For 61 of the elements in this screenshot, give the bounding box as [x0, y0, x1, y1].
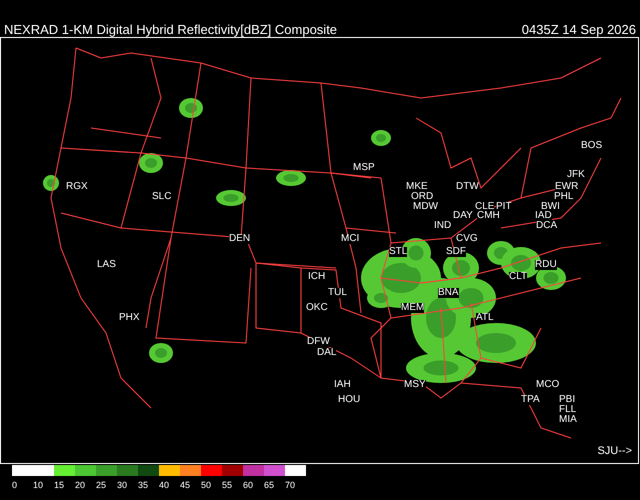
- city-label: ICH: [308, 272, 326, 282]
- city-label: IAD: [535, 211, 552, 221]
- city-label: RGX: [66, 182, 88, 192]
- city-label: BNA: [438, 288, 459, 298]
- scale-label: 55: [222, 481, 234, 490]
- city-label: DEN: [229, 234, 250, 244]
- scale-label: 70: [285, 481, 296, 490]
- city-label: SDF: [446, 247, 466, 257]
- city-label: CLE: [475, 202, 494, 212]
- city-label: EWR: [555, 182, 578, 192]
- city-label: CVG: [456, 234, 478, 244]
- city-label: JFK: [567, 170, 585, 180]
- scale-label: 60: [243, 481, 254, 490]
- product-title: NEXRAD 1-KM Digital Hybrid Reflectivity[dBZ] Composite: [4, 23, 338, 36]
- city-label: PIT: [496, 202, 512, 212]
- scale-label: 20: [75, 481, 86, 490]
- city-label: SLC: [152, 192, 172, 202]
- city-label: MDW: [413, 202, 438, 212]
- scale-label: 25: [96, 481, 108, 490]
- city-label: CMH: [477, 211, 500, 221]
- city-label: HOU: [338, 395, 360, 405]
- city-label: DAL: [317, 348, 336, 358]
- city-label: OKC: [306, 303, 328, 313]
- city-label: TUL: [328, 288, 347, 298]
- city-label: ATL: [476, 313, 494, 323]
- scale-label: 10: [33, 481, 44, 490]
- scale-label: 65: [264, 481, 276, 490]
- scale-label: 40: [159, 481, 170, 490]
- scale-label: 30: [117, 481, 128, 490]
- city-label: IND: [434, 221, 452, 231]
- city-label: IAH: [334, 380, 351, 390]
- scale-label: 15: [54, 481, 66, 490]
- city-label: MIA: [559, 415, 577, 425]
- scale-label: 0: [12, 481, 18, 490]
- city-label: MSY: [404, 380, 426, 390]
- city-label: FLL: [559, 405, 576, 415]
- city-label: ORD: [411, 192, 434, 202]
- city-label: DCA: [536, 221, 558, 231]
- city-label: DTW: [456, 182, 479, 192]
- city-label: RDU: [535, 260, 557, 270]
- city-label: PHL: [554, 192, 574, 202]
- timestamp: 0435Z 14 Sep 2026: [522, 23, 636, 36]
- city-label: BWI: [541, 202, 560, 212]
- city-label: CLT: [509, 272, 528, 282]
- scale-label: 45: [180, 481, 192, 490]
- city-label: MCO: [536, 380, 560, 390]
- city-label: MSP: [353, 163, 375, 173]
- city-label: MEM: [401, 303, 424, 313]
- offscreen-pointer: SJU-->: [597, 446, 632, 457]
- city-label: LAS: [97, 260, 116, 270]
- city-label: DFW: [307, 337, 330, 347]
- city-label: MKE: [406, 182, 428, 192]
- city-label: DAY: [453, 211, 473, 221]
- city-label: PHX: [119, 313, 140, 323]
- city-label: STL: [389, 247, 408, 257]
- scale-label: 50: [201, 481, 212, 490]
- city-label: MCI: [341, 234, 360, 244]
- city-label: TPA: [521, 395, 540, 405]
- city-label: BOS: [581, 141, 602, 151]
- city-label: PBI: [559, 395, 576, 405]
- scale-label: 35: [138, 481, 150, 490]
